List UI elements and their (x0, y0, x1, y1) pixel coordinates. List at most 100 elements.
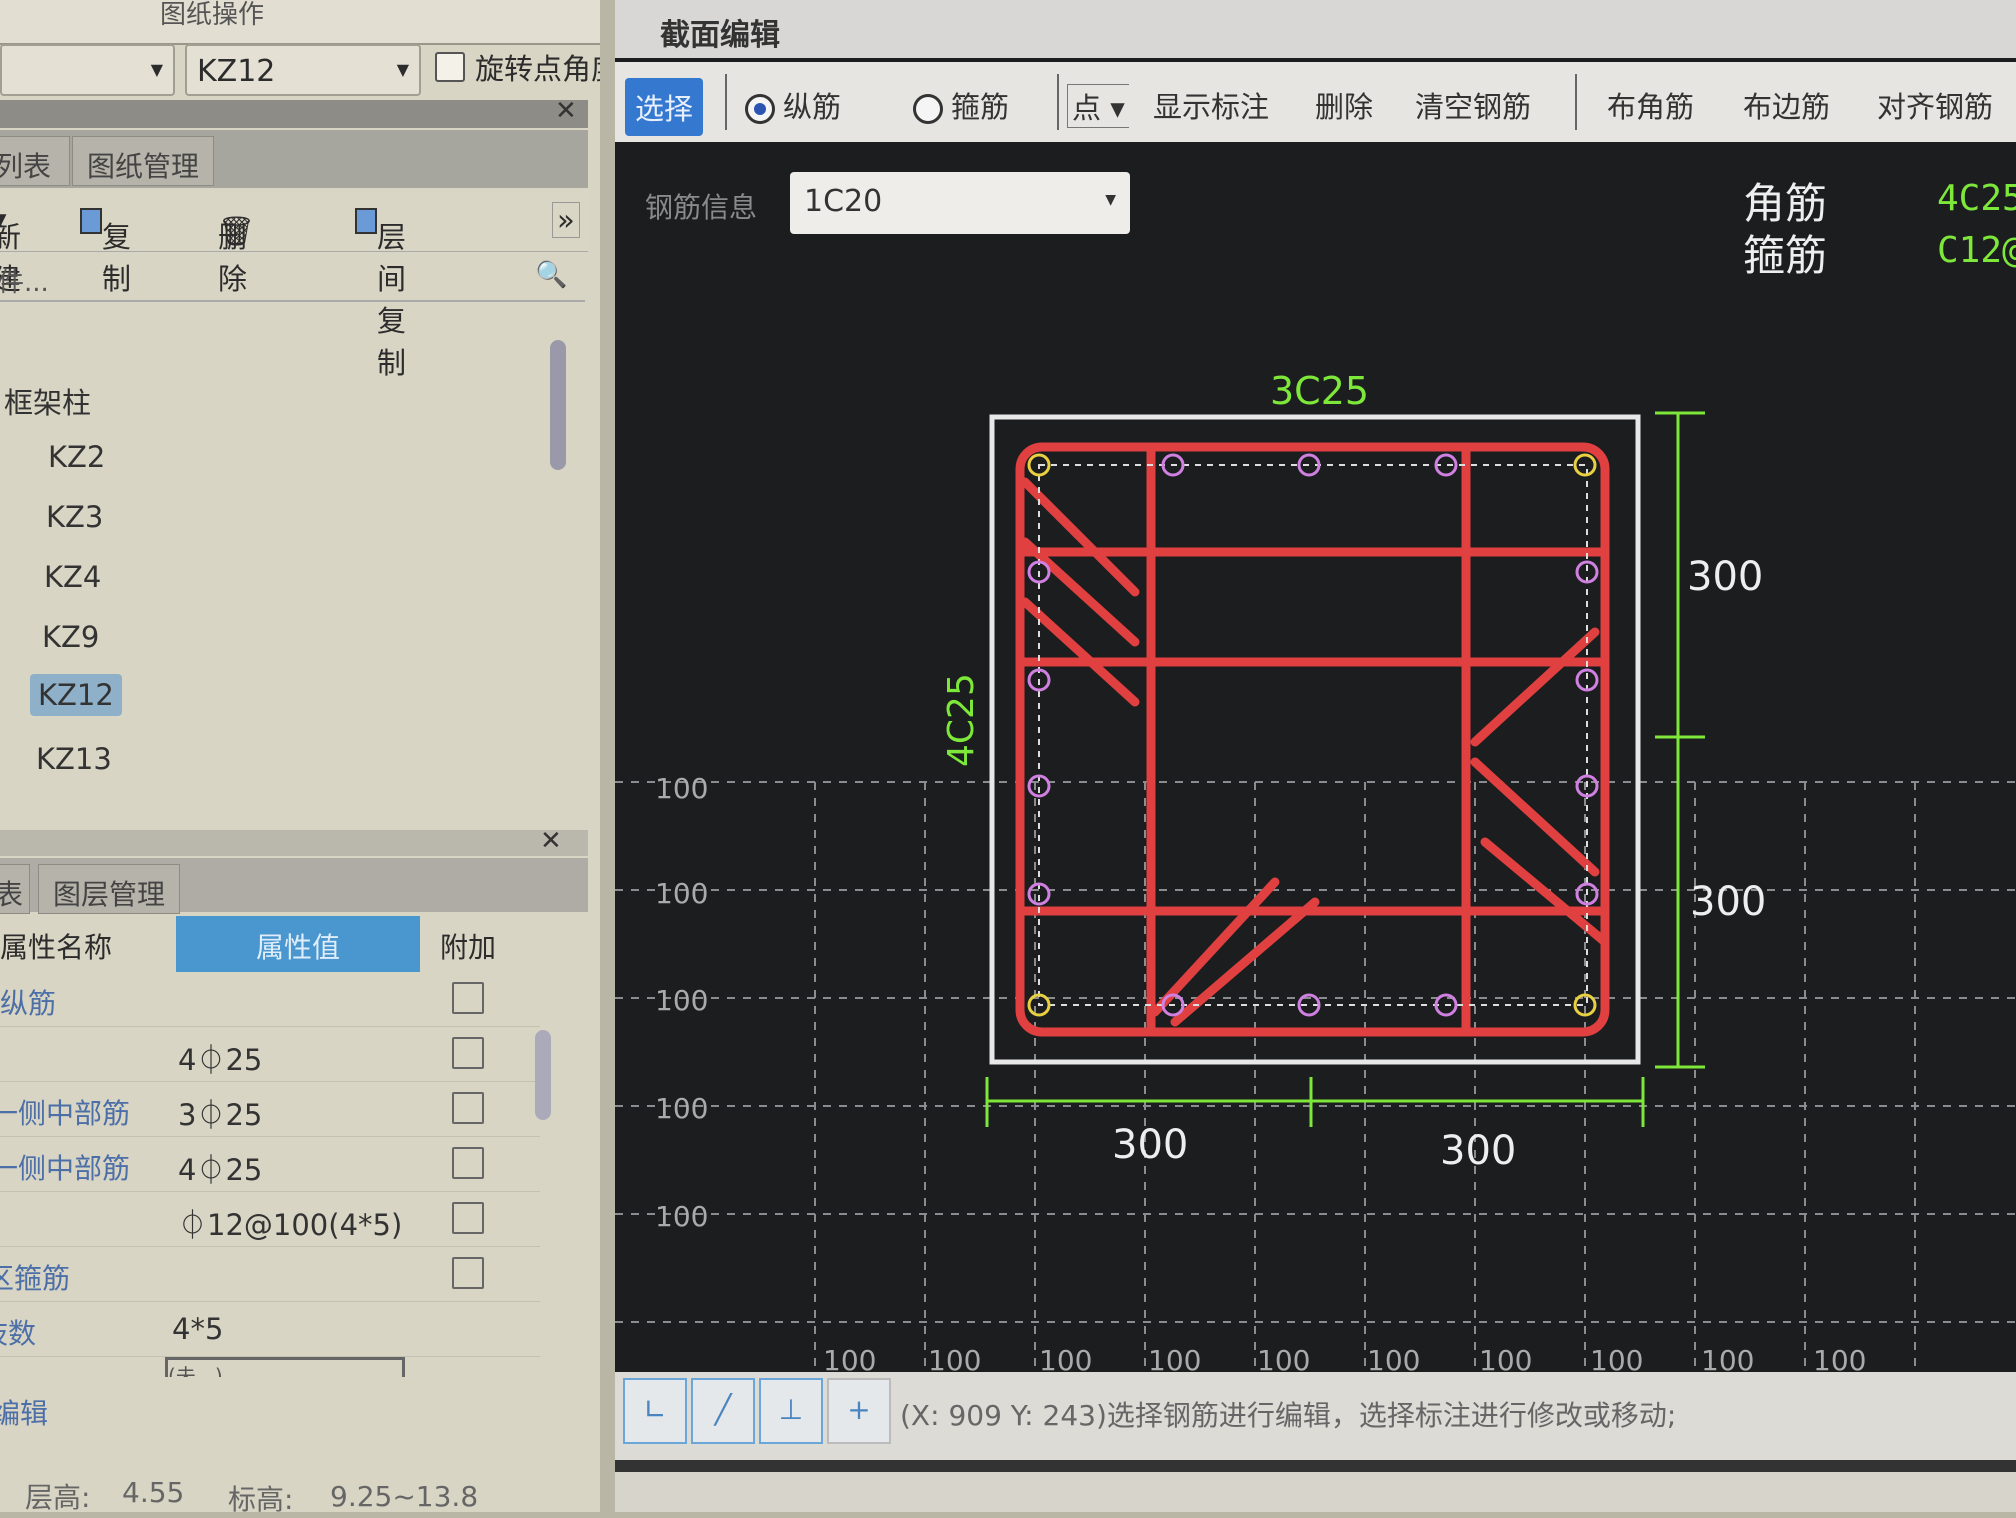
tree-item[interactable]: KZ13 (36, 742, 112, 776)
floor-copy-button[interactable]: 层间复制 (355, 202, 406, 380)
component-combo[interactable]: KZ12 ▼ (185, 44, 421, 96)
tab-drawing-manage[interactable]: 图纸管理 (72, 136, 215, 186)
prop-dropdown[interactable]: (未...) (165, 1357, 405, 1377)
extra-checkbox[interactable] (452, 1147, 484, 1179)
radio-longitudinal[interactable]: 纵筋 (745, 84, 841, 126)
grid-label: 100 (655, 1200, 708, 1233)
rebar-info-combo[interactable]: 1C20 ▼ (790, 172, 1130, 234)
more-button[interactable]: » (552, 202, 580, 238)
tie-bar (1470, 627, 1600, 747)
grid-label: 100 (928, 1344, 981, 1372)
line-tool-icon[interactable]: ╱ (691, 1378, 755, 1444)
extra-checkbox[interactable] (452, 1202, 484, 1234)
grid-label: 100 (1590, 1344, 1643, 1372)
tree-item[interactable]: KZ2 (48, 440, 105, 474)
grid-label: 100 (1367, 1344, 1420, 1372)
section-toolbar: 选择 纵筋 箍筋 点 ▾ 显示标注 删除 清空钢筋 布角筋 布边筋 对齐钢筋 (615, 62, 2016, 142)
section-edit-dialog: 截面编辑 选择 纵筋 箍筋 点 ▾ 显示标注 删除 清空钢筋 布角筋 布边筋 对… (615, 0, 2016, 1470)
section-canvas[interactable]: 100 100 100 100 100 100 100 100 100 100 100 100 100 1… (615, 142, 2016, 1377)
drawing-ops-label[interactable]: 图纸操作 (160, 0, 264, 31)
grid-label: 100 (655, 1092, 708, 1125)
place-edge-rebar-button[interactable]: 布边筋 (1743, 84, 1830, 126)
panel-tabs: 列表 图纸管理 (0, 130, 588, 188)
floor-combo[interactable]: ▼ (0, 44, 175, 96)
grid-label: 100 (823, 1344, 876, 1372)
properties-scrollbar[interactable] (535, 1030, 551, 1120)
floor-height-label: 层高: (25, 1481, 91, 1514)
prop-row[interactable]: 一侧中部筋 4⏀25 (0, 1137, 540, 1192)
top-rebar-label: 3C25 (1270, 369, 1369, 413)
dim-label-bottom: 300 (1440, 1128, 1516, 1174)
tie-bar (1020, 597, 1140, 707)
place-corner-rebar-button[interactable]: 布角筋 (1607, 84, 1694, 126)
close-icon[interactable]: ✕ (540, 826, 562, 856)
component-panel: 图纸操作 ▼ KZ12 ▼ 旋转点角度 ✕ 列表 图纸管理 新建 ▾ 复制 🗑 删… (0, 0, 600, 1516)
tree-item-selected[interactable]: KZ12 (30, 674, 122, 716)
copy-button[interactable]: 复制 (80, 202, 131, 296)
show-label-button[interactable]: 显示标注 (1153, 84, 1269, 126)
grid-label: 100 (655, 772, 708, 805)
add-icon[interactable]: + (827, 1378, 891, 1444)
extra-checkbox[interactable] (452, 1257, 484, 1289)
tab-layer-manage[interactable]: 图层管理 (38, 864, 181, 914)
radio-stirrup[interactable]: 箍筋 (913, 84, 1009, 126)
tree-item[interactable]: KZ4 (44, 560, 101, 594)
grid-label: 100 (1479, 1344, 1532, 1372)
tie-bar (1020, 477, 1140, 597)
grid-label: 100 (1701, 1344, 1754, 1372)
tab-table[interactable]: 表 (0, 864, 30, 914)
taskbar (615, 1460, 2016, 1512)
corner-snap-icon[interactable]: ∟ (623, 1378, 687, 1444)
chevron-down-icon: ▼ (1105, 192, 1116, 208)
drawing-ops-strip: 图纸操作 (0, 0, 600, 45)
outer-stirrup (1015, 442, 1610, 1037)
tree-item[interactable]: KZ9 (42, 620, 99, 654)
header-prop-value: 属性值 (176, 916, 420, 972)
rebar-info-value: 1C20 (804, 184, 883, 219)
elevation-label: 标高: (228, 1483, 294, 1516)
tab-list[interactable]: 列表 (0, 136, 70, 186)
delete-button[interactable]: 删除 (1315, 84, 1373, 126)
radio-icon (913, 94, 943, 124)
column-outline (989, 414, 1641, 1065)
tie-bar (1020, 537, 1140, 647)
extra-checkbox[interactable] (452, 1092, 484, 1124)
tree-group-frame-column[interactable]: 框架柱 (4, 380, 91, 422)
search-icon[interactable]: 🔍 (535, 260, 567, 290)
divider (1575, 74, 1577, 130)
section-drawing[interactable]: 100 100 100 100 100 100 100 100 100 100 100 100 100 1… (615, 142, 2016, 1377)
edit-label[interactable]: 编辑 (0, 1392, 48, 1432)
rebar-centerline (1038, 464, 1588, 1006)
prop-row[interactable]: 纵筋 (0, 972, 540, 1027)
perpendicular-icon[interactable]: ⊥ (759, 1378, 823, 1444)
new-button[interactable]: 新建 ▾ (0, 202, 21, 296)
tree-item[interactable]: KZ3 (46, 500, 103, 534)
header-prop-name: 属性名称 (0, 931, 113, 964)
component-search[interactable]: 搜索构件... 🔍 (0, 256, 585, 302)
align-rebar-button[interactable]: 对齐钢筋 (1877, 84, 1993, 126)
prop-row[interactable]: ⏀12@100(4*5) (0, 1192, 540, 1247)
component-toolbar: 新建 ▾ 复制 🗑 删除 层间复制 » (0, 190, 588, 380)
legend-stirrup-value: C12@ (1937, 230, 2016, 271)
copy-icon (80, 208, 102, 234)
extra-checkbox[interactable] (452, 982, 484, 1014)
select-button[interactable]: 选择 (625, 78, 704, 136)
divider (725, 74, 727, 130)
close-icon[interactable]: ✕ (555, 96, 577, 126)
dialog-statusbar: ∟ ╱ ⊥ + (X: 909 Y: 243)选择钢筋进行编辑，选择标注进行修改… (615, 1372, 2016, 1460)
rotate-checkbox[interactable] (435, 52, 465, 82)
prop-row[interactable]: 肢数4*5 (0, 1302, 540, 1357)
point-dropdown[interactable]: 点 ▾ (1067, 84, 1129, 128)
extra-checkbox[interactable] (452, 1037, 484, 1069)
dim-label-bottom: 300 (1112, 1122, 1188, 1168)
prop-row[interactable]: 一侧中部筋 3⏀25 (0, 1082, 540, 1137)
prop-row[interactable]: 4⏀25 (0, 1027, 540, 1082)
prop-row[interactable]: 区箍筋 (0, 1247, 540, 1302)
clear-rebar-button[interactable]: 清空钢筋 (1415, 84, 1531, 126)
tree-scrollbar[interactable] (550, 340, 566, 470)
tie-bar (1470, 757, 1600, 877)
dim-label-right: 300 (1690, 879, 1766, 925)
floor-status: 层高: 4.55 标高: 9.25~13.8 (0, 1470, 600, 1516)
properties-titlebar: ✕ (0, 826, 588, 856)
legend-corner-value: 4C25 (1937, 178, 2016, 219)
